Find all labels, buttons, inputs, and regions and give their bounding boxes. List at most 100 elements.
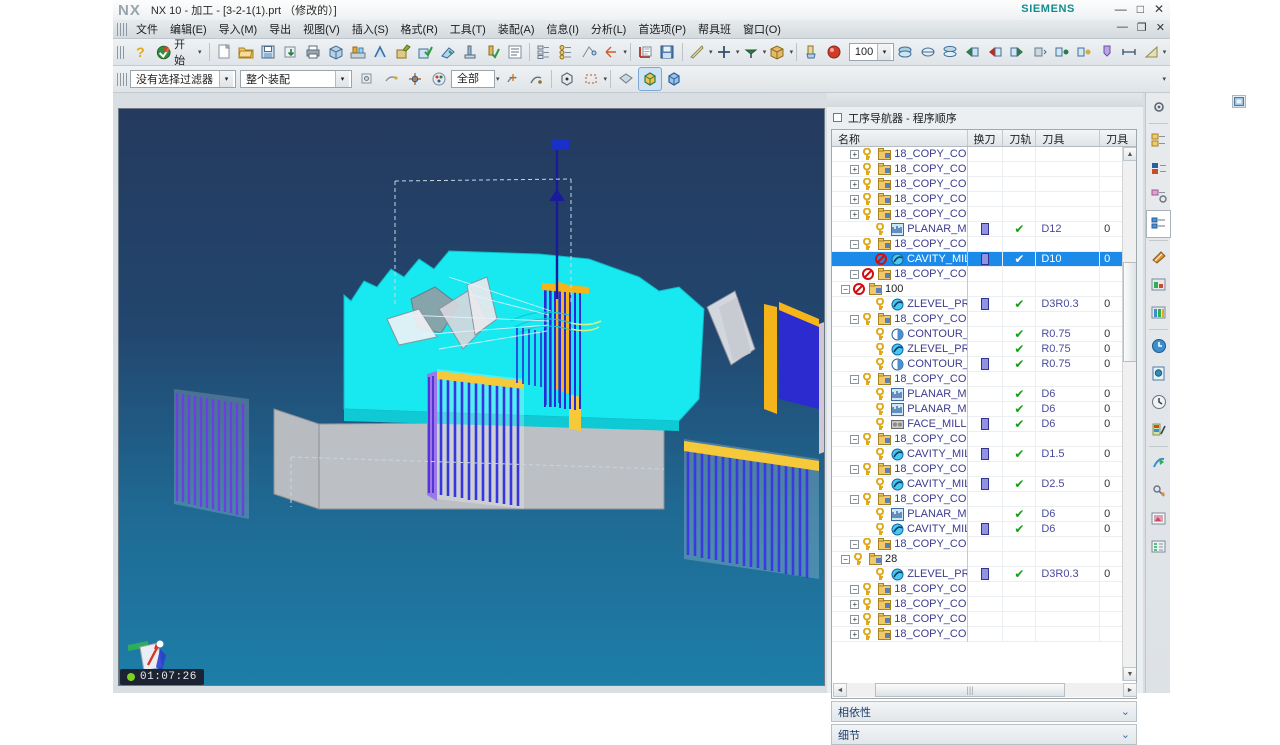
color-icon[interactable] (823, 41, 843, 63)
tree-row-name-cell[interactable]: CAVITY_MIL... (832, 476, 968, 492)
menu-drag-handle[interactable] (117, 22, 127, 36)
all-filter-caret-icon[interactable]: ▾ (496, 75, 500, 83)
pin-icon[interactable] (833, 113, 842, 122)
column-header-toolpath[interactable]: 刀轨 (1003, 130, 1037, 146)
tree-row[interactable]: +18_COPY_COPY... (832, 191, 1136, 207)
tree-row-name-cell[interactable]: ZLEVEL_PR... (832, 296, 968, 312)
tree-row-name-cell[interactable]: +18_COPY_COPY... (832, 611, 968, 627)
tree-row[interactable]: ZLEVEL_PR...✔D3R0.30 (832, 296, 1136, 312)
minimize-button[interactable]: — (1115, 1, 1127, 17)
expand-icon[interactable]: + (850, 209, 860, 219)
expand-icon[interactable]: + (850, 194, 860, 204)
part-navigator-icon[interactable] (1146, 154, 1171, 182)
tree-row-name-cell[interactable]: +18_COPY_COPY... (832, 206, 968, 222)
tree-body[interactable]: +18_COPY_COPY...+18_COPY_COPY...+18_COPY… (832, 147, 1136, 681)
tree-row-name-cell[interactable]: +18_COPY_COPY... (832, 626, 968, 642)
reuse-library-icon[interactable] (1146, 243, 1171, 271)
tree-row-name-cell[interactable]: − 28 (832, 551, 968, 567)
web-browser-icon[interactable] (1146, 299, 1171, 327)
tree-row[interactable]: +18_COPY_COPY... (832, 626, 1136, 642)
menu-item-6[interactable]: 格式(R) (395, 20, 444, 38)
collapse-icon[interactable]: − (850, 269, 860, 279)
tree-row-name-cell[interactable]: − 18_COPY_COPY... (832, 371, 968, 387)
static-wireframe-icon[interactable] (663, 68, 685, 90)
tree-row[interactable]: − 18_COPY_COPY... (832, 431, 1136, 447)
system-scenes-icon[interactable] (1146, 449, 1171, 477)
operation-navigator-tree[interactable]: 名称 换刀 刀轨 刀具 刀具 +18_COPY_COPY...+18_COPY_… (831, 129, 1137, 699)
save-as-icon[interactable] (258, 41, 278, 63)
tree-row[interactable]: − 18_COPY_COPY... (832, 371, 1136, 387)
doc-close-button[interactable]: ✕ (1156, 21, 1165, 34)
save-icon[interactable] (657, 41, 677, 63)
selection-filter-select[interactable]: 没有选择过滤器 ▾ (130, 70, 236, 88)
zoom-level-select[interactable]: 100 ▾ (848, 43, 895, 61)
close-button[interactable]: ✕ (1154, 1, 1164, 17)
tree-row-name-cell[interactable]: +18_COPY_COPY... (832, 161, 968, 177)
column-header-toolchange[interactable]: 换刀 (968, 130, 1004, 146)
list-icon[interactable] (505, 41, 525, 63)
shade-icon[interactable] (895, 41, 915, 63)
menu-item-8[interactable]: 装配(A) (492, 20, 541, 38)
distance-icon[interactable] (1119, 41, 1139, 63)
assembly-navigator-icon[interactable] (1146, 126, 1171, 154)
post-process-icon[interactable] (460, 41, 480, 63)
collapse-icon[interactable]: − (850, 374, 860, 384)
collapse-icon[interactable]: − (850, 434, 860, 444)
system-materials-icon[interactable] (1146, 416, 1171, 444)
expand-icon[interactable]: + (850, 599, 860, 609)
collapse-icon[interactable]: − (850, 464, 860, 474)
menu-item-2[interactable]: 导入(M) (213, 20, 264, 38)
start-caret-icon[interactable]: ▾ (198, 48, 202, 56)
tree-row[interactable]: ZLEVEL_PR...✔D3R0.30 (832, 566, 1136, 582)
horizontal-scroll-track[interactable]: ||| (847, 683, 1123, 697)
tree-row[interactable]: +18_COPY_COPY... (832, 161, 1136, 177)
help-icon[interactable]: ? (130, 41, 150, 63)
new-file-icon[interactable] (213, 41, 233, 63)
expand-icon[interactable]: + (850, 164, 860, 174)
measure-caret-icon[interactable]: ▾ (709, 48, 713, 56)
view-trimetric-icon[interactable] (1074, 41, 1094, 63)
resource-bar[interactable] (1145, 93, 1171, 693)
tree-row[interactable]: − 18_COPY_COPY... (832, 311, 1136, 327)
transform-caret-icon[interactable]: ▾ (763, 48, 767, 56)
selection-scope-caret-icon[interactable]: ▾ (335, 71, 349, 87)
expand-icon[interactable]: + (850, 149, 860, 159)
dock-toggle-icon[interactable] (1232, 95, 1246, 108)
tree-row-name-cell[interactable]: PLANAR_MI... (832, 506, 968, 522)
confirm-toolpath-icon[interactable] (415, 41, 435, 63)
point-snap-icon[interactable] (501, 68, 523, 90)
doc-minimize-button[interactable]: — (1117, 21, 1128, 34)
tree-row-name-cell[interactable]: − 18_COPY_COPY... (832, 461, 968, 477)
tree-row[interactable]: +18_COPY_COPY... (832, 596, 1136, 612)
graphics-window[interactable] (118, 108, 825, 686)
tree-row-name-cell[interactable]: ZLEVEL_PR... (832, 341, 968, 357)
menu-item-0[interactable]: 文件 (130, 20, 164, 38)
snap-point-icon[interactable] (356, 68, 378, 90)
tree-row[interactable]: − 18_COPY_COPY... (832, 266, 1136, 282)
settings-gear-icon[interactable] (1146, 93, 1171, 121)
toolbar2-drag-handle[interactable] (117, 72, 127, 86)
tree-row[interactable]: CAVITY_MIL...✔D2.50 (832, 476, 1136, 492)
selection-filter-caret-icon[interactable]: ▾ (219, 71, 233, 87)
tree-row[interactable]: CONTOUR_...✔R0.750 (832, 356, 1136, 372)
tree-row[interactable]: PLANAR_MI...✔D60 (832, 506, 1136, 522)
vertical-scroll-thumb[interactable] (1123, 262, 1136, 362)
tree-row-name-cell[interactable]: − 18_COPY_COPY... (832, 491, 968, 507)
machine-tool-navigator-icon[interactable] (1146, 533, 1171, 561)
tree-row-name-cell[interactable]: FACE_MILLI... (832, 416, 968, 432)
column-header-tool[interactable]: 刀具 (1036, 130, 1101, 146)
simulate-icon[interactable] (437, 41, 457, 63)
all-filter-label[interactable]: 全部 (451, 70, 495, 88)
tree-row-name-cell[interactable]: +18_COPY_COPY... (832, 147, 968, 162)
operation-navigator-icon[interactable] (1146, 210, 1171, 238)
tree-row-name-cell[interactable]: CAVITY_MIL... (832, 446, 968, 462)
wireframe-icon[interactable] (917, 41, 937, 63)
menu-item-5[interactable]: 插入(S) (346, 20, 395, 38)
tree-row-name-cell[interactable]: +18_COPY_COPY... (832, 596, 968, 612)
geometry-view-icon[interactable] (579, 41, 599, 63)
view-top-icon[interactable] (1007, 41, 1027, 63)
tree-row[interactable]: ZLEVEL_PR...✔R0.750 (832, 341, 1136, 357)
menu-item-3[interactable]: 导出 (263, 20, 297, 38)
chevron-down-icon[interactable]: ⌄ (1121, 705, 1130, 718)
select-mode-caret-icon[interactable]: ▾ (604, 75, 608, 83)
